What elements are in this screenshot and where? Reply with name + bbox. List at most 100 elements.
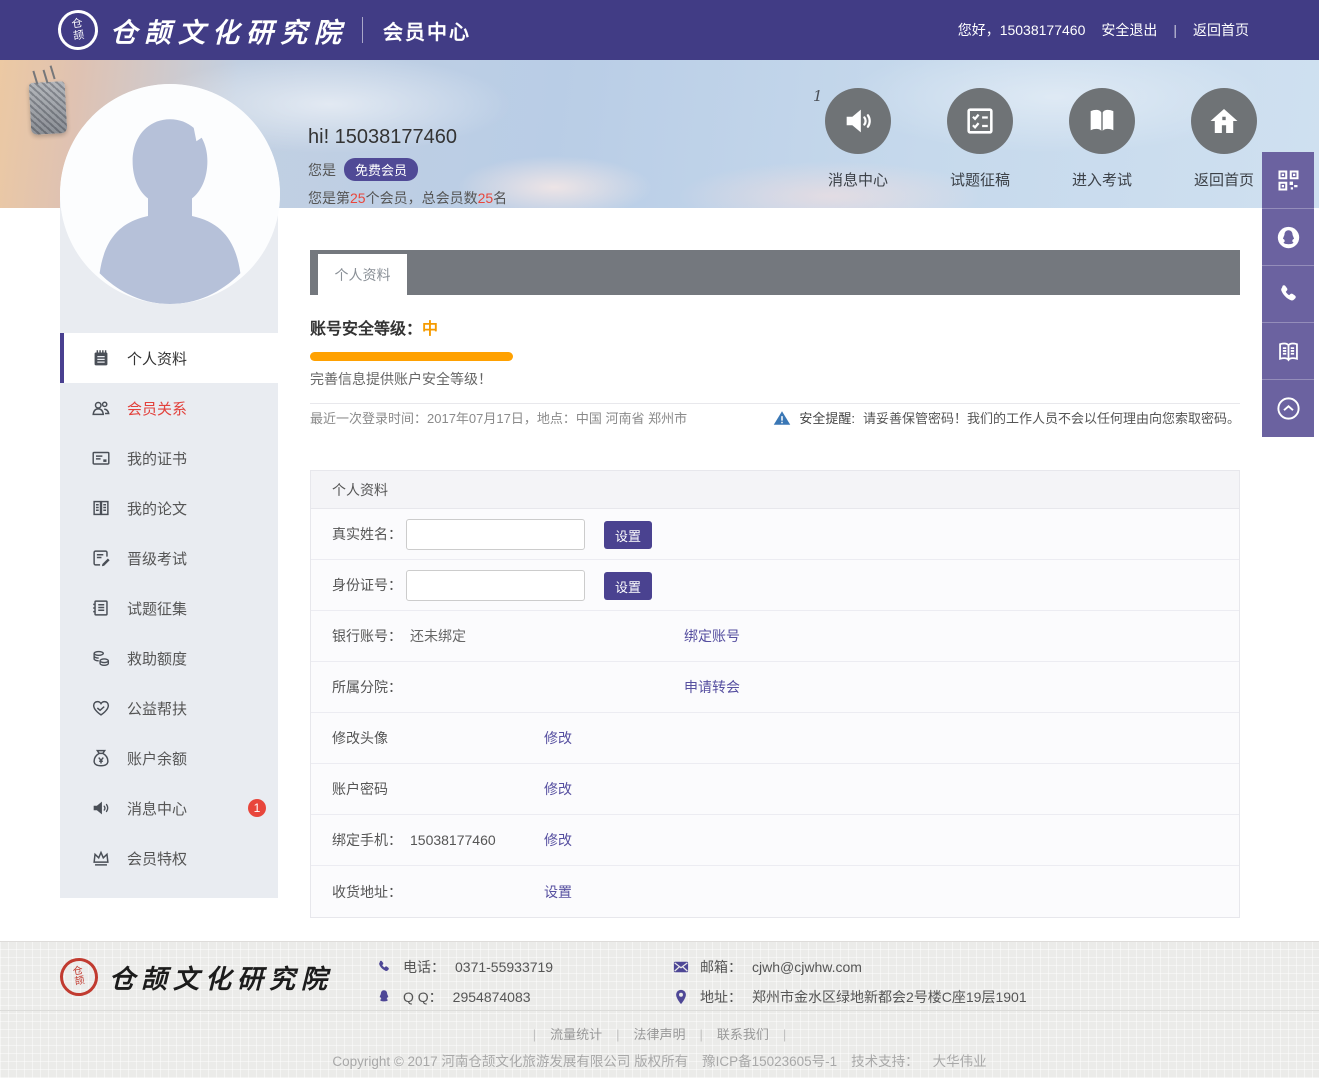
header-user-area: 您好，15038177460 安全退出 | 返回首页 [958, 20, 1249, 40]
field-label: 账户密码 [332, 779, 388, 799]
sidebar-item-member-relations[interactable]: 会员关系 [60, 383, 278, 433]
speaker-icon [841, 104, 875, 138]
id-number-input[interactable] [406, 570, 585, 601]
sidebar-item-message-center[interactable]: 消息中心 1 [60, 783, 278, 833]
sidebar-item-label: 消息中心 [127, 798, 187, 819]
contact-us-link[interactable]: 联系我们 [717, 1027, 769, 1042]
you-are-label: 您是 [308, 160, 336, 180]
member-center-page: 仓 颉 仓颉文化研究院 会员中心 您好，15038177460 安全退出 | 返… [0, 0, 1319, 1078]
journal-icon [90, 347, 112, 369]
header-divider [362, 17, 363, 43]
qq-contact-button[interactable] [1262, 209, 1314, 266]
quick-action-label: 试题征稿 [934, 169, 1026, 190]
chevron-up-icon [1275, 395, 1302, 422]
sidebar-item-aid-quota[interactable]: 救助额度 [60, 633, 278, 683]
sidebar-item-question-collection[interactable]: 试题征集 [60, 583, 278, 633]
warning-title: 安全提醒: [799, 408, 855, 427]
sidebar-item-member-privileges[interactable]: 会员特权 [60, 833, 278, 883]
back-to-top-button[interactable] [1262, 380, 1314, 437]
form-row-branch: 所属分院： 申请转会 [311, 662, 1239, 713]
footer-logo: 仓 颉 仓颉文化研究院 [60, 958, 333, 996]
field-label: 所属分院： [332, 677, 402, 697]
sidebar-item-profile[interactable]: 个人资料 [60, 333, 278, 383]
warning-triangle-icon [773, 409, 791, 427]
login-info-row: 最近一次登录时间：2017年07月17日，地点：中国 河南省 郑州市 安全提醒:… [310, 408, 1240, 427]
member-count-pre: 您是第 [308, 190, 350, 206]
quick-action-enter-exam[interactable]: 进入考试 [1056, 88, 1148, 190]
quick-action-exam-submission[interactable]: 试题征稿 [934, 88, 1026, 190]
phone-icon [375, 958, 393, 976]
tab-profile[interactable]: 个人资料 [318, 254, 407, 295]
content-tab-bar: 个人资料 [310, 250, 1240, 295]
form-row-avatar: 修改头像 修改 [311, 713, 1239, 764]
sidebar-item-charity[interactable]: 公益帮扶 [60, 683, 278, 733]
form-row-password: 账户密码 修改 [311, 764, 1239, 815]
form-row-phone: 绑定手机： 15038177460 修改 [311, 815, 1239, 866]
field-label: 真实姓名： [332, 524, 402, 544]
brand-logo[interactable]: 仓 颉 仓颉文化研究院 [58, 10, 348, 50]
security-level-label: 账号安全等级： [310, 321, 422, 338]
sidebar-item-label: 救助额度 [127, 648, 187, 669]
user-avatar[interactable] [60, 84, 280, 304]
real-name-input[interactable] [406, 519, 585, 550]
set-real-name-button[interactable]: 设置 [604, 521, 652, 549]
back-home-link[interactable]: 返回首页 [1193, 20, 1249, 40]
bound-phone-value: 15038177460 [410, 832, 496, 848]
seal-char-bottom: 颉 [73, 29, 85, 42]
message-badge: 1 [248, 799, 266, 817]
link-separator: | [783, 1027, 786, 1042]
sidebar-item-account-balance[interactable]: 账户余额 [60, 733, 278, 783]
change-password-link[interactable]: 修改 [544, 779, 572, 799]
seal-char-bottom: 颉 [74, 976, 86, 988]
sidebar-item-certificates[interactable]: 我的证书 [60, 433, 278, 483]
link-separator: | [616, 1027, 619, 1042]
sidebar-menu: 个人资料 会员关系 我的证书 我的论文 晋级考试 试题征集 救助额度 公益帮扶 [60, 333, 278, 883]
footer-contact-col1: 电话：0371-55933719 Q Q：2954874083 [375, 952, 553, 1012]
float-toolbar [1262, 152, 1314, 437]
field-label: 收货地址： [332, 882, 402, 902]
member-count-line: 您是第25个会员，总会员数25名 [308, 188, 507, 208]
users-icon [90, 397, 112, 419]
security-level-title: 账号安全等级：中 [310, 315, 1240, 339]
set-address-link[interactable]: 设置 [544, 882, 572, 902]
quick-action-messages[interactable]: 1 消息中心 [812, 88, 904, 190]
profile-panel: 个人资料 真实姓名： 设置 身份证号： 设置 银行账号： 还未绑定 绑定账号 所… [310, 470, 1240, 918]
set-id-number-button[interactable]: 设置 [604, 572, 652, 600]
qr-code-icon [1275, 167, 1302, 194]
paper-pages-icon [90, 497, 112, 519]
sidebar-item-papers[interactable]: 我的论文 [60, 483, 278, 533]
crown-icon [90, 847, 112, 869]
support-label: 技术支持： [851, 1054, 919, 1069]
open-book-icon [1275, 338, 1302, 365]
sidebar-item-label: 公益帮扶 [127, 698, 187, 719]
change-avatar-link[interactable]: 修改 [544, 728, 572, 748]
sidebar-item-label: 我的论文 [127, 498, 187, 519]
transfer-request-link[interactable]: 申请转会 [684, 677, 740, 697]
bind-account-link[interactable]: 绑定账号 [684, 626, 740, 646]
sidebar-item-promotion-exam[interactable]: 晋级考试 [60, 533, 278, 583]
sidebar-item-label: 我的证书 [127, 448, 187, 469]
sidebar-item-label: 试题征集 [127, 598, 187, 619]
qr-code-button[interactable] [1262, 152, 1314, 209]
qq-icon [1275, 224, 1302, 251]
change-phone-link[interactable]: 修改 [544, 830, 572, 850]
brand-seal-icon: 仓 颉 [55, 7, 100, 52]
guide-book-button[interactable] [1262, 323, 1314, 380]
phone-contact-button[interactable] [1262, 266, 1314, 323]
copyright-line: Copyright © 2017 河南仓颉文化旅游发展有限公司 版权所有豫ICP… [0, 1050, 1319, 1070]
footer-email: 邮箱：cjwh@cjwhw.com [672, 952, 1027, 982]
icp-number: 豫ICP备15023605号-1 [702, 1054, 837, 1069]
footer-contact-col2: 邮箱：cjwh@cjwhw.com 地址：郑州市金水区绿地新都会2号楼C座19层… [672, 952, 1027, 1012]
contact-label: 地址： [700, 987, 742, 1007]
logout-link[interactable]: 安全退出 [1101, 20, 1157, 40]
member-count-suffix: 名 [493, 190, 507, 206]
certificate-icon [90, 447, 112, 469]
legal-notice-link[interactable]: 法律声明 [633, 1027, 685, 1042]
qq-icon [375, 988, 393, 1006]
user-greeting: 您好，15038177460 [958, 20, 1086, 40]
top-header-bar: 仓 颉 仓颉文化研究院 会员中心 您好，15038177460 安全退出 | 返… [0, 0, 1319, 60]
quick-action-home[interactable]: 返回首页 [1178, 88, 1270, 190]
contact-label: 电话： [403, 957, 445, 977]
traffic-stats-link[interactable]: 流量统计 [550, 1027, 602, 1042]
coins-icon [90, 647, 112, 669]
